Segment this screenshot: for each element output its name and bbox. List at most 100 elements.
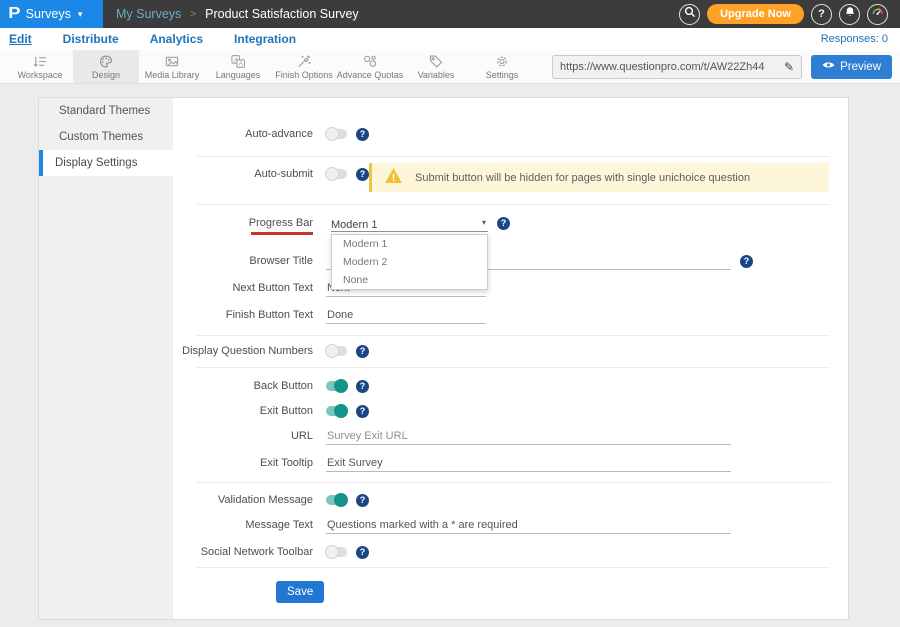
- dropdown-option-modern1[interactable]: Modern 1: [332, 235, 487, 253]
- select-caret-icon: ▾: [482, 218, 486, 227]
- progress-bar-help-icon[interactable]: ?: [497, 217, 510, 230]
- divider: [196, 367, 830, 368]
- progress-bar-select[interactable]: Modern 1 ▾: [331, 215, 488, 232]
- divider: [196, 156, 830, 157]
- dropdown-option-none[interactable]: None: [332, 271, 487, 289]
- toolbar-languages-label: Languages: [216, 70, 261, 80]
- survey-url-field[interactable]: [560, 61, 778, 73]
- score-gauge-button[interactable]: [867, 4, 888, 25]
- warning-text: Submit button will be hidden for pages w…: [415, 172, 750, 184]
- toolbar-finish-options-label: Finish Options: [275, 70, 333, 80]
- help-button[interactable]: ?: [811, 4, 832, 25]
- toolbar-settings[interactable]: Settings: [469, 50, 535, 83]
- display-question-numbers-label: Display Question Numbers: [173, 345, 313, 357]
- question-mark-icon: ?: [818, 8, 825, 20]
- toolbar-workspace-label: Workspace: [18, 70, 63, 80]
- breadcrumb-my-surveys[interactable]: My Surveys: [116, 7, 181, 21]
- toolbar-design-label: Design: [92, 70, 120, 80]
- design-panel: Standard Themes Custom Themes Display Se…: [38, 97, 849, 620]
- save-button[interactable]: Save: [276, 581, 324, 603]
- validation-message-help-icon[interactable]: ?: [356, 494, 369, 507]
- message-text-label: Message Text: [173, 519, 313, 531]
- chain-links-icon: [362, 54, 378, 69]
- divider: [196, 335, 830, 336]
- sidebar-item-custom-themes[interactable]: Custom Themes: [39, 124, 173, 150]
- auto-advance-toggle[interactable]: [326, 129, 347, 139]
- tab-edit[interactable]: Edit: [9, 32, 32, 46]
- bell-icon: [844, 5, 856, 23]
- preview-button[interactable]: Preview: [811, 55, 892, 79]
- tab-analytics[interactable]: Analytics: [150, 32, 203, 46]
- social-network-toolbar-row: Social Network Toolbar ?: [173, 542, 848, 562]
- display-question-numbers-help-icon[interactable]: ?: [356, 345, 369, 358]
- display-question-numbers-toggle[interactable]: [326, 346, 347, 356]
- sidebar-item-standard-themes[interactable]: Standard Themes: [39, 98, 173, 124]
- toolbar-variables[interactable]: Variables: [403, 50, 469, 83]
- browser-title-help-icon[interactable]: ?: [740, 255, 753, 268]
- breadcrumb-separator: >: [190, 9, 196, 20]
- search-icon: [684, 5, 696, 23]
- exit-url-label: URL: [173, 430, 313, 442]
- edit-url-pencil-icon[interactable]: ✎: [784, 60, 794, 74]
- toolbar-languages[interactable]: aA Languages: [205, 50, 271, 83]
- auto-advance-help-icon[interactable]: ?: [356, 128, 369, 141]
- svg-text:!: !: [392, 173, 395, 184]
- auto-submit-toggle[interactable]: [326, 169, 347, 179]
- breadcrumb: My Surveys > Product Satisfaction Survey: [103, 0, 359, 28]
- translate-icon: aA: [230, 54, 246, 69]
- auto-submit-help-icon[interactable]: ?: [356, 168, 369, 181]
- surveys-product-menu[interactable]: P Surveys ▾: [0, 0, 103, 28]
- toolbar-media-library[interactable]: Media Library: [139, 50, 205, 83]
- toolbar-advance-quotas[interactable]: Advance Quotas: [337, 50, 403, 83]
- progress-bar-label: Progress Bar: [173, 217, 313, 229]
- search-button[interactable]: [679, 4, 700, 25]
- exit-button-toggle[interactable]: [326, 406, 347, 416]
- back-button-toggle[interactable]: [326, 381, 347, 391]
- edit-toolbar: Workspace Design Media Library aA Langua…: [0, 50, 900, 84]
- exit-button-row: Exit Button ?: [173, 401, 848, 421]
- back-button-label: Back Button: [173, 380, 313, 392]
- message-text-row: Message Text: [173, 515, 848, 535]
- survey-link-box: ✎: [552, 55, 802, 79]
- progress-bar-dropdown: Modern 1 Modern 2 None: [331, 234, 488, 290]
- magic-wand-icon: [296, 54, 312, 69]
- divider: [196, 482, 830, 483]
- exit-tooltip-input[interactable]: [326, 455, 731, 472]
- toolbar-workspace[interactable]: Workspace: [7, 50, 73, 83]
- finish-button-text-label: Finish Button Text: [173, 309, 313, 321]
- tab-integration[interactable]: Integration: [234, 32, 296, 46]
- progress-bar-selected-value: Modern 1: [331, 219, 377, 231]
- browser-title-row: Browser Title ?: [173, 251, 848, 271]
- exit-button-label: Exit Button: [173, 405, 313, 417]
- exit-tooltip-label: Exit Tooltip: [173, 457, 313, 469]
- dropdown-option-modern2[interactable]: Modern 2: [332, 253, 487, 271]
- social-network-toolbar-help-icon[interactable]: ?: [356, 546, 369, 559]
- toolbar-finish-options[interactable]: Finish Options: [271, 50, 337, 83]
- finish-button-text-input[interactable]: [326, 307, 486, 324]
- eye-icon: [822, 60, 835, 73]
- upgrade-now-button[interactable]: Upgrade Now: [707, 4, 804, 24]
- notifications-button[interactable]: [839, 4, 860, 25]
- auto-advance-label: Auto-advance: [173, 128, 313, 140]
- preview-label: Preview: [840, 61, 881, 73]
- message-text-input[interactable]: [326, 517, 731, 534]
- chevron-down-icon: ▾: [78, 9, 83, 20]
- display-settings-content: Auto-advance ? Auto-submit ? ! Submit bu…: [173, 98, 848, 619]
- social-network-toolbar-toggle[interactable]: [326, 547, 347, 557]
- sidebar-item-display-settings[interactable]: Display Settings: [39, 150, 173, 176]
- toolbar-advance-quotas-label: Advance Quotas: [337, 70, 404, 80]
- validation-message-label: Validation Message: [173, 494, 313, 506]
- exit-button-help-icon[interactable]: ?: [356, 405, 369, 418]
- exit-url-input[interactable]: [326, 428, 731, 445]
- toolbar-variables-label: Variables: [418, 70, 455, 80]
- topbar: P Surveys ▾ My Surveys > Product Satisfa…: [0, 0, 900, 28]
- next-button-text-label: Next Button Text: [173, 282, 313, 294]
- toolbar-design[interactable]: Design: [73, 50, 139, 83]
- tab-distribute[interactable]: Distribute: [63, 32, 119, 46]
- tag-icon: [428, 54, 444, 69]
- back-button-help-icon[interactable]: ?: [356, 380, 369, 393]
- design-sidebar: Standard Themes Custom Themes Display Se…: [39, 98, 173, 619]
- auto-advance-row: Auto-advance ?: [173, 124, 848, 144]
- responses-count[interactable]: Responses: 0: [821, 33, 888, 45]
- validation-message-toggle[interactable]: [326, 495, 347, 505]
